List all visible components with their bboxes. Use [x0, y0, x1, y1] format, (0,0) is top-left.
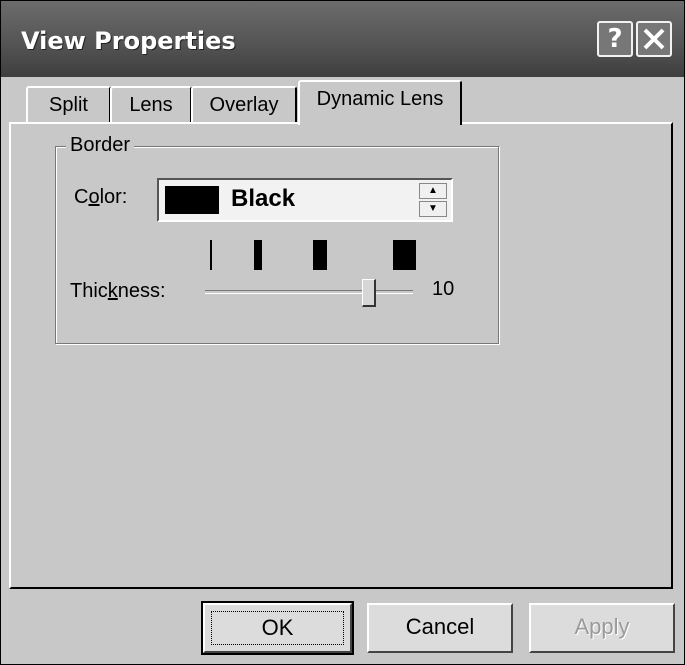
thickness-tick-2	[254, 240, 262, 270]
ok-button-label: OK	[211, 611, 344, 645]
tab-overlay[interactable]: Overlay	[191, 86, 297, 122]
ok-button[interactable]: OK	[201, 601, 354, 655]
thickness-tick-3	[313, 240, 327, 270]
close-button[interactable]	[636, 21, 672, 57]
color-value: Black	[231, 185, 296, 212]
spin-up-icon[interactable]: ▲	[419, 183, 447, 199]
thickness-tick-1	[210, 240, 212, 270]
dialog-title: View Properties	[21, 27, 236, 55]
border-group-label: Border	[66, 134, 135, 157]
thickness-slider-thumb[interactable]	[362, 279, 376, 307]
tab-dynamic-lens[interactable]: Dynamic Lens	[298, 80, 462, 125]
color-select[interactable]: Black ▲ ▼	[157, 178, 453, 222]
color-swatch	[165, 186, 219, 214]
cancel-button[interactable]: Cancel	[367, 603, 513, 653]
close-icon	[643, 28, 665, 50]
active-tab-gap	[303, 120, 457, 126]
help-icon: ?	[607, 24, 623, 54]
thickness-value: 10	[432, 278, 455, 300]
thickness-slider-track[interactable]	[205, 290, 413, 294]
color-spinner[interactable]: ▲ ▼	[419, 183, 447, 217]
title-bar[interactable]: View Properties ?	[1, 1, 684, 77]
tab-lens[interactable]: Lens	[110, 86, 192, 122]
spin-down-icon[interactable]: ▼	[419, 201, 447, 217]
color-label: Color:	[74, 186, 128, 208]
apply-button[interactable]: Apply	[529, 603, 675, 653]
border-groupbox	[55, 146, 499, 344]
tab-split[interactable]: Split	[26, 86, 111, 122]
thickness-tick-4	[393, 240, 416, 270]
thickness-label: Thickness:	[70, 280, 166, 302]
help-button[interactable]: ?	[597, 21, 633, 57]
